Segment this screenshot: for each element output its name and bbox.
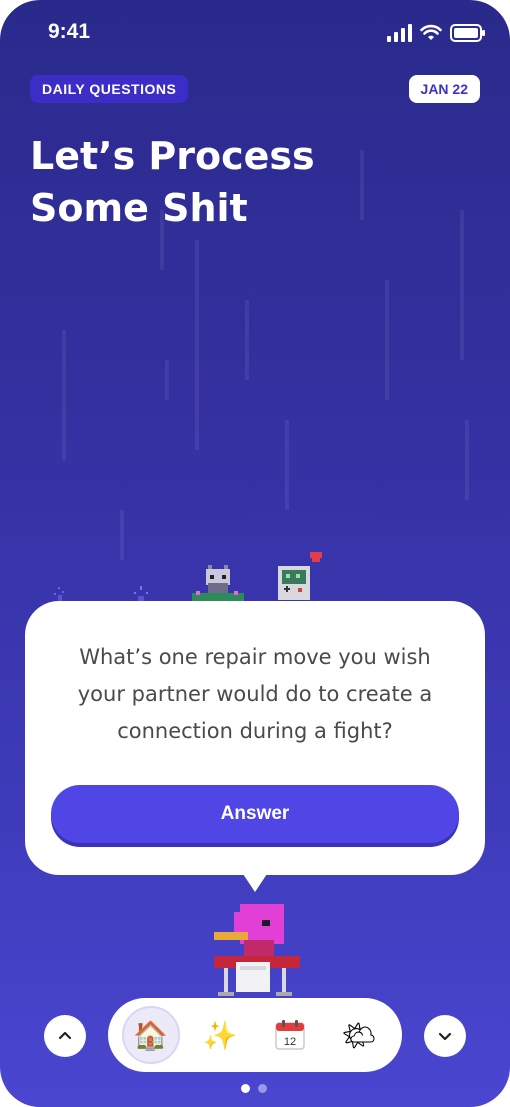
- page-title-line: Some Shit: [30, 186, 248, 230]
- card-tail: [243, 874, 267, 892]
- status-time: 9:41: [48, 20, 91, 43]
- pixel-cat-icon: [192, 565, 244, 601]
- cellular-signal-icon: [387, 24, 412, 42]
- page-dot: [258, 1084, 267, 1093]
- calendar-icon: 12: [275, 1020, 305, 1050]
- rain-streak: [195, 240, 199, 450]
- home-icon: 🏠: [133, 1018, 169, 1052]
- pixel-bird-drummer-icon: [214, 904, 300, 996]
- answer-button[interactable]: Answer: [51, 785, 459, 843]
- category-label: DAILY QUESTIONS: [30, 75, 189, 103]
- scroll-down-button[interactable]: [424, 1015, 466, 1057]
- rain-streak: [385, 280, 389, 400]
- rain-streak: [245, 300, 249, 380]
- page-indicator: [241, 1084, 267, 1093]
- bottom-tab-bar: 🏠 ✨ 12 🌤: [108, 998, 402, 1072]
- rain-streak: [165, 360, 169, 400]
- app-screen: 9:41 DAILY QUESTIONS JAN 22 Let’s Proces…: [0, 0, 510, 1107]
- date-badge: JAN 22: [408, 75, 480, 103]
- question-card: What’s one repair move you wish your par…: [25, 601, 485, 875]
- tab-calendar[interactable]: 12: [261, 1006, 319, 1064]
- page-title: Let’s Process Some Shit: [30, 130, 390, 234]
- rain-streak: [285, 420, 289, 510]
- calendar-day: 12: [284, 1036, 296, 1048]
- pixel-gameboy-icon: [278, 552, 322, 600]
- scroll-up-button[interactable]: [44, 1015, 86, 1057]
- page-dot-active: [241, 1084, 250, 1093]
- wifi-icon: [420, 24, 442, 40]
- page-title-line: Let’s Process: [30, 134, 315, 178]
- rain-streak: [460, 210, 464, 360]
- weather-icon: 🌤: [341, 1018, 378, 1052]
- tab-sparkles[interactable]: ✨: [191, 1006, 249, 1064]
- chevron-up-icon: [58, 1031, 72, 1040]
- rain-streak: [120, 510, 124, 560]
- rain-streak: [465, 420, 469, 500]
- tab-weather[interactable]: 🌤: [330, 1006, 388, 1064]
- sparkles-icon: ✨: [202, 1018, 238, 1052]
- chevron-down-icon: [438, 1032, 452, 1041]
- tab-home[interactable]: 🏠: [121, 1006, 180, 1064]
- status-bar: 9:41: [0, 18, 510, 52]
- rain-streak: [62, 330, 66, 460]
- battery-icon: [450, 24, 485, 42]
- question-text: What’s one repair move you wish your par…: [77, 645, 433, 743]
- status-icons: [387, 24, 485, 42]
